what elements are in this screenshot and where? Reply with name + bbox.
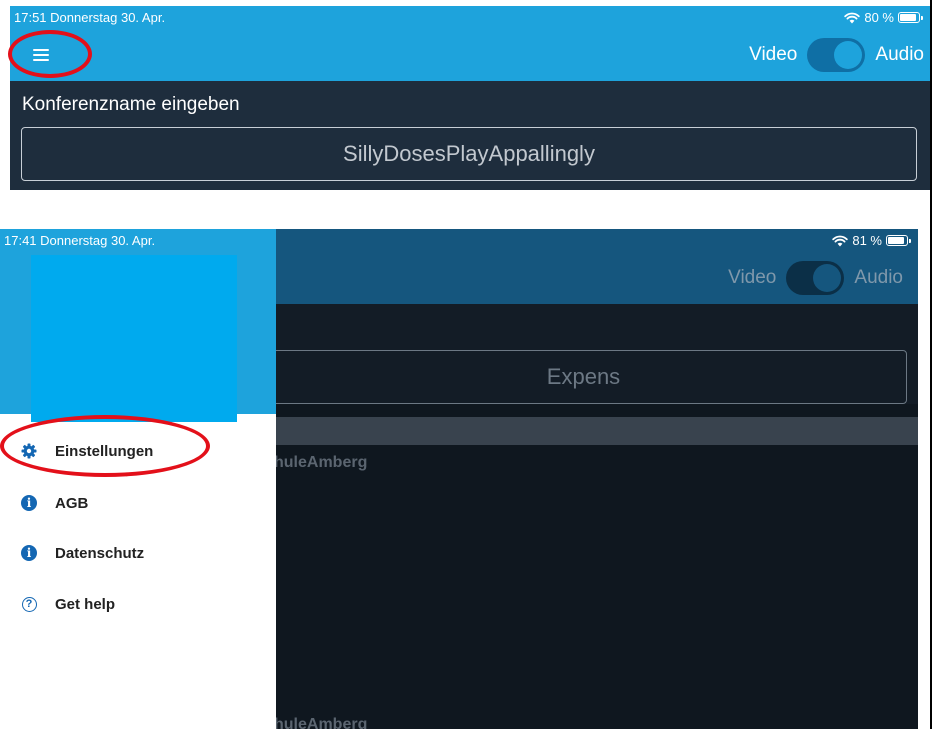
menu-item-label: Einstellungen: [55, 442, 154, 460]
avatar[interactable]: [31, 255, 237, 422]
conference-name-input[interactable]: SillyDosesPlayAppallingly: [21, 127, 917, 181]
frame-border: [930, 0, 932, 729]
info-icon: i: [21, 545, 37, 561]
conference-name-label: Konferenzname eingeben: [22, 94, 240, 115]
menu-item-einstellungen[interactable]: Einstellungen: [0, 431, 276, 471]
status-right: 80 %: [844, 10, 923, 25]
menu-item-get-help[interactable]: ? Get help: [0, 584, 276, 624]
video-audio-toggle: [786, 261, 845, 295]
video-label: Video: [728, 267, 777, 288]
drawer-header: 17:41 Donnerstag 30. Apr.: [0, 229, 276, 422]
video-audio-toggle-group: Video Audio: [749, 38, 924, 72]
battery-percent: 81 %: [852, 233, 882, 248]
recent-room-item: huleAmberg: [274, 716, 368, 729]
info-icon: i: [21, 495, 37, 511]
section-bar-dimmed: [260, 417, 918, 445]
battery-icon: [898, 12, 923, 23]
battery-percent: 80 %: [864, 10, 894, 25]
video-audio-toggle[interactable]: [807, 38, 866, 72]
status-time: 17:41 Donnerstag 30. Apr.: [4, 233, 156, 248]
side-drawer: 17:41 Donnerstag 30. Apr. Einstellungen: [0, 229, 276, 729]
video-label: Video: [749, 44, 798, 65]
recent-room-item: huleAmberg: [274, 454, 368, 471]
menu-item-label: AGB: [55, 494, 89, 512]
nav-bar: Video Audio: [10, 28, 930, 81]
wifi-icon: [844, 12, 861, 23]
menu-item-label: Get help: [55, 595, 116, 613]
menu-item-label: Datenschutz: [55, 544, 145, 562]
screenshot-main: 17:51 Donnerstag 30. Apr. 80 % Video Aud…: [10, 6, 930, 190]
help-icon: ?: [21, 596, 37, 612]
video-audio-toggle-group: Video Audio: [728, 261, 903, 295]
menu-item-datenschutz[interactable]: i Datenschutz: [0, 533, 276, 573]
status-time: 17:51 Donnerstag 30. Apr.: [14, 10, 166, 25]
status-bar: 17:51 Donnerstag 30. Apr. 80 %: [10, 6, 930, 28]
battery-icon: [886, 235, 911, 246]
gear-icon: [21, 443, 37, 459]
conference-name-input-dimmed: Expens: [260, 350, 907, 404]
screenshot-drawer: 81 % Video Audio Expens huleAmberg huleA…: [0, 229, 918, 729]
status-right: 81 %: [832, 233, 911, 248]
wifi-icon: [832, 235, 849, 246]
audio-label: Audio: [854, 267, 903, 288]
hamburger-menu-icon[interactable]: [22, 40, 62, 70]
audio-label: Audio: [875, 44, 924, 65]
menu-item-agb[interactable]: i AGB: [0, 483, 276, 523]
